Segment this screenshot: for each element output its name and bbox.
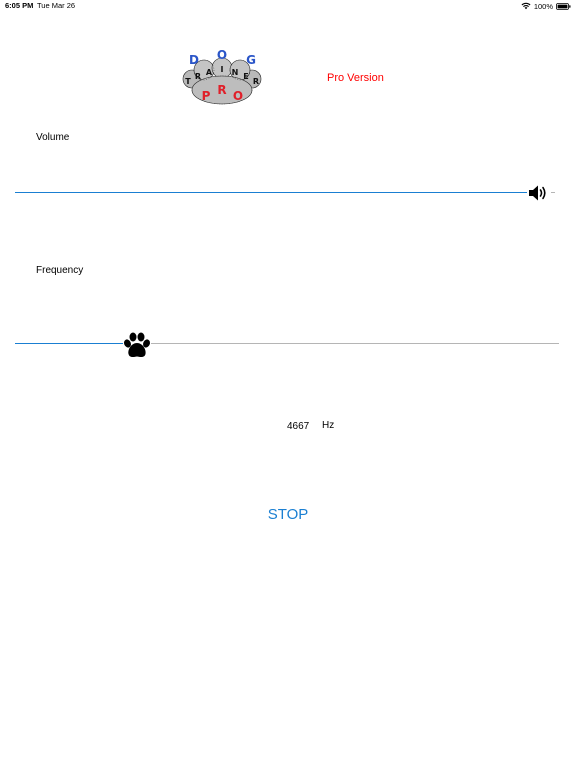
logo-letter: O — [217, 48, 227, 62]
frequency-slider-thumb[interactable] — [122, 332, 152, 360]
wifi-icon — [521, 2, 531, 10]
logo-letter: A — [206, 68, 213, 77]
logo-letter: R — [253, 77, 259, 86]
frequency-track-remaining — [151, 343, 559, 344]
logo-letter: R — [217, 83, 226, 97]
stop-button[interactable]: STOP — [258, 505, 318, 525]
frequency-slider[interactable] — [15, 332, 559, 357]
status-date: Tue Mar 26 — [37, 1, 76, 10]
logo-letter: P — [202, 89, 211, 103]
app-screen: 6:05 PM Tue Mar 26 100% D O G T R A I N … — [0, 0, 576, 768]
frequency-unit: Hz — [322, 420, 335, 431]
logo-letter: N — [232, 68, 239, 77]
paw-icon — [124, 332, 150, 357]
logo-letter: O — [233, 89, 243, 103]
volume-track-remaining — [551, 192, 555, 193]
speaker-volume-icon — [529, 185, 546, 201]
logo-letter: T — [185, 77, 191, 86]
logo-letter: D — [189, 53, 199, 67]
volume-slider[interactable] — [15, 181, 555, 205]
status-right: 100% — [521, 0, 571, 12]
frequency-value: 4667 — [287, 421, 310, 432]
volume-track-fill — [15, 192, 527, 193]
logo-letter: R — [195, 72, 201, 81]
frequency-track-fill — [15, 343, 123, 344]
pro-version-label: Pro Version — [327, 72, 384, 84]
frequency-label: Frequency — [36, 265, 84, 276]
battery-percent: 100% — [533, 1, 553, 11]
logo-letter: G — [246, 53, 256, 67]
logo-letter: E — [243, 72, 248, 81]
dog-trainer-pro-logo: D O G T R A I N E R P R O — [182, 48, 262, 105]
status-time: 6:05 PM — [5, 1, 34, 10]
logo-letter: I — [221, 65, 224, 74]
volume-slider-thumb[interactable] — [527, 183, 549, 203]
battery-icon — [556, 2, 571, 10]
volume-label: Volume — [36, 132, 70, 143]
